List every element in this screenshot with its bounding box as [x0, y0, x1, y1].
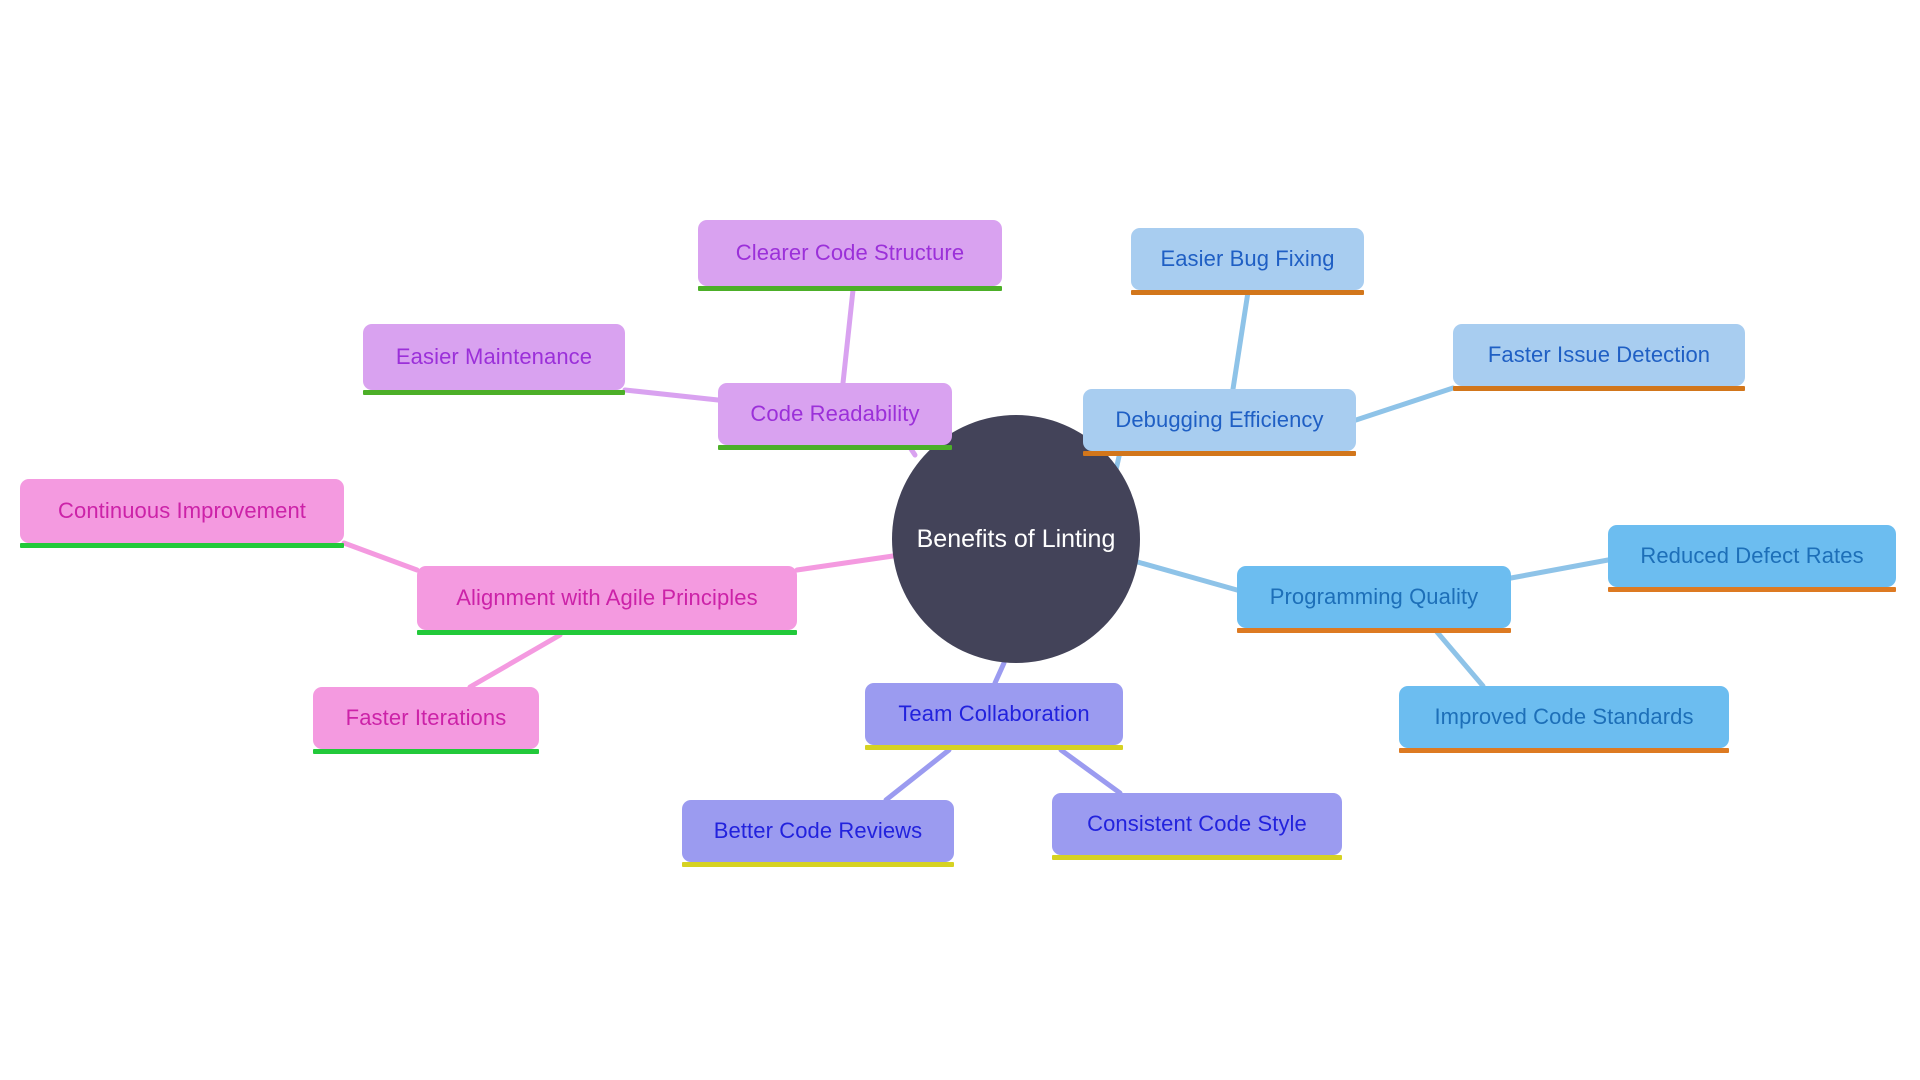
node-label-team-collaboration: Team Collaboration	[898, 701, 1090, 726]
node-accent-underline-reduced-defect-rates	[1608, 587, 1896, 592]
node-label-faster-issue-detection: Faster Issue Detection	[1487, 342, 1711, 367]
node-label-consistent-code-style: Consistent Code Style	[1087, 811, 1307, 836]
node-label-easier-bug-fixing: Easier Bug Fixing	[1160, 246, 1335, 271]
node-clearer-code-structure[interactable]: Clearer Code Structure	[698, 220, 1002, 291]
edge-team-collaboration-to-consistent-code-style	[1058, 747, 1123, 796]
node-accent-underline-alignment-with-agile-principles	[417, 630, 797, 635]
node-accent-underline-debugging-efficiency	[1083, 451, 1356, 456]
node-easier-maintenance[interactable]: Easier Maintenance	[363, 324, 625, 395]
node-accent-underline-continuous-improvement	[20, 543, 344, 548]
node-programming-quality[interactable]: Programming Quality	[1237, 566, 1511, 633]
node-label-improved-code-standards: Improved Code Standards	[1434, 704, 1694, 729]
node-accent-underline-team-collaboration	[865, 745, 1123, 750]
node-faster-issue-detection[interactable]: Faster Issue Detection	[1453, 324, 1745, 391]
edge-alignment-with-agile-principles-to-continuous-improvement	[341, 540, 420, 573]
node-team-collaboration[interactable]: Team Collaboration	[865, 683, 1123, 750]
node-consistent-code-style[interactable]: Consistent Code Style	[1052, 793, 1342, 860]
edge-programming-quality-to-reduced-defect-rates	[1508, 557, 1611, 581]
node-accent-underline-code-readability	[718, 445, 952, 450]
root-node-label: Benefits of Linting	[916, 524, 1116, 553]
node-accent-underline-better-code-reviews	[682, 862, 954, 867]
node-label-reduced-defect-rates: Reduced Defect Rates	[1640, 543, 1864, 568]
node-label-continuous-improvement: Continuous Improvement	[58, 498, 306, 523]
node-label-clearer-code-structure: Clearer Code Structure	[735, 240, 965, 265]
edge-team-collaboration-to-better-code-reviews	[883, 747, 952, 803]
node-improved-code-standards[interactable]: Improved Code Standards	[1399, 686, 1729, 753]
node-accent-underline-clearer-code-structure	[698, 286, 1002, 291]
node-debugging-efficiency[interactable]: Debugging Efficiency	[1083, 389, 1356, 456]
edge-root-to-programming-quality	[1131, 558, 1240, 593]
edge-programming-quality-to-improved-code-standards	[1434, 629, 1486, 689]
node-easier-bug-fixing[interactable]: Easier Bug Fixing	[1131, 228, 1364, 295]
node-label-easier-maintenance: Easier Maintenance	[395, 344, 593, 369]
edge-root-to-alignment-with-agile-principles	[794, 553, 896, 573]
node-label-debugging-efficiency: Debugging Efficiency	[1115, 407, 1324, 432]
node-accent-underline-consistent-code-style	[1052, 855, 1342, 860]
node-label-faster-iterations: Faster Iterations	[345, 705, 507, 730]
node-accent-underline-faster-issue-detection	[1453, 386, 1745, 391]
node-code-readability[interactable]: Code Readability	[718, 383, 952, 450]
edge-code-readability-to-clearer-code-structure	[840, 287, 856, 386]
node-accent-underline-easier-bug-fixing	[1131, 290, 1364, 295]
node-label-alignment-with-agile-principles: Alignment with Agile Principles	[456, 585, 758, 610]
mindmap-canvas: Benefits of Linting Code Readability Clear…	[0, 0, 1920, 1080]
edge-alignment-with-agile-principles-to-faster-iterations	[467, 632, 563, 690]
node-alignment-with-agile-principles[interactable]: Alignment with Agile Principles	[417, 566, 797, 635]
edge-code-readability-to-easier-maintenance	[622, 387, 721, 403]
node-faster-iterations[interactable]: Faster Iterations	[313, 687, 539, 754]
node-accent-underline-faster-iterations	[313, 749, 539, 754]
node-label-programming-quality: Programming Quality	[1269, 584, 1479, 609]
node-better-code-reviews[interactable]: Better Code Reviews	[682, 800, 954, 867]
edge-debugging-efficiency-to-faster-issue-detection	[1353, 385, 1456, 423]
edge-root-to-team-collaboration	[992, 660, 1007, 686]
node-continuous-improvement[interactable]: Continuous Improvement	[20, 479, 344, 548]
node-reduced-defect-rates[interactable]: Reduced Defect Rates	[1608, 525, 1896, 592]
node-accent-underline-easier-maintenance	[363, 390, 625, 395]
node-accent-underline-programming-quality	[1237, 628, 1511, 633]
node-accent-underline-improved-code-standards	[1399, 748, 1729, 753]
node-label-code-readability: Code Readability	[750, 401, 920, 426]
edge-debugging-efficiency-to-easier-bug-fixing	[1230, 289, 1251, 392]
node-label-better-code-reviews: Better Code Reviews	[713, 818, 923, 843]
